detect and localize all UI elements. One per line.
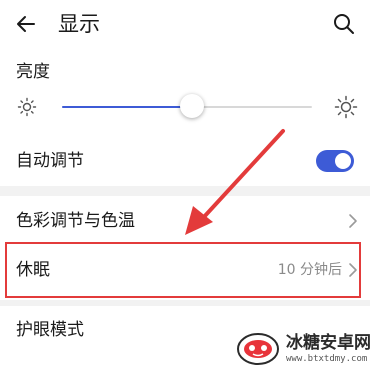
color-temperature-label: 色彩调节与色温 [16, 211, 135, 231]
sun-large-icon [334, 95, 358, 119]
chevron-right-icon [349, 214, 357, 228]
watermark-url: www.btxtdmy.com [286, 354, 368, 364]
watermark-logo-icon [237, 333, 279, 365]
back-button[interactable] [8, 6, 44, 42]
auto-adjust-toggle[interactable] [316, 150, 354, 172]
app-header: 显示 [0, 0, 370, 48]
section-divider [0, 300, 370, 306]
watermark-name: 冰糖安卓网 [286, 333, 370, 353]
brightness-slider[interactable] [62, 94, 312, 118]
brightness-slider-thumb[interactable] [180, 94, 204, 118]
color-temperature-row[interactable]: 色彩调节与色温 [0, 198, 370, 244]
search-icon [334, 14, 354, 34]
toggle-knob [335, 153, 351, 169]
eye-comfort-label: 护眼模式 [16, 320, 84, 340]
display-settings-screen: 显示 亮度 自动调节 色彩调节与色温 休眠 10 分钟后 护眼模式 冰糖安卓网 … [0, 0, 370, 371]
brightness-slider-fill [62, 106, 192, 108]
highlight-box [5, 242, 361, 298]
page-title: 显示 [58, 12, 100, 36]
watermark: 冰糖安卓网 www.btxtdmy.com [236, 328, 370, 370]
sun-small-icon [17, 97, 37, 117]
arrow-left-icon [17, 16, 35, 32]
auto-adjust-label: 自动调节 [16, 151, 84, 171]
brightness-label: 亮度 [16, 62, 50, 82]
search-button[interactable] [326, 6, 362, 42]
section-divider [0, 186, 370, 196]
auto-adjust-row[interactable]: 自动调节 [0, 138, 370, 184]
